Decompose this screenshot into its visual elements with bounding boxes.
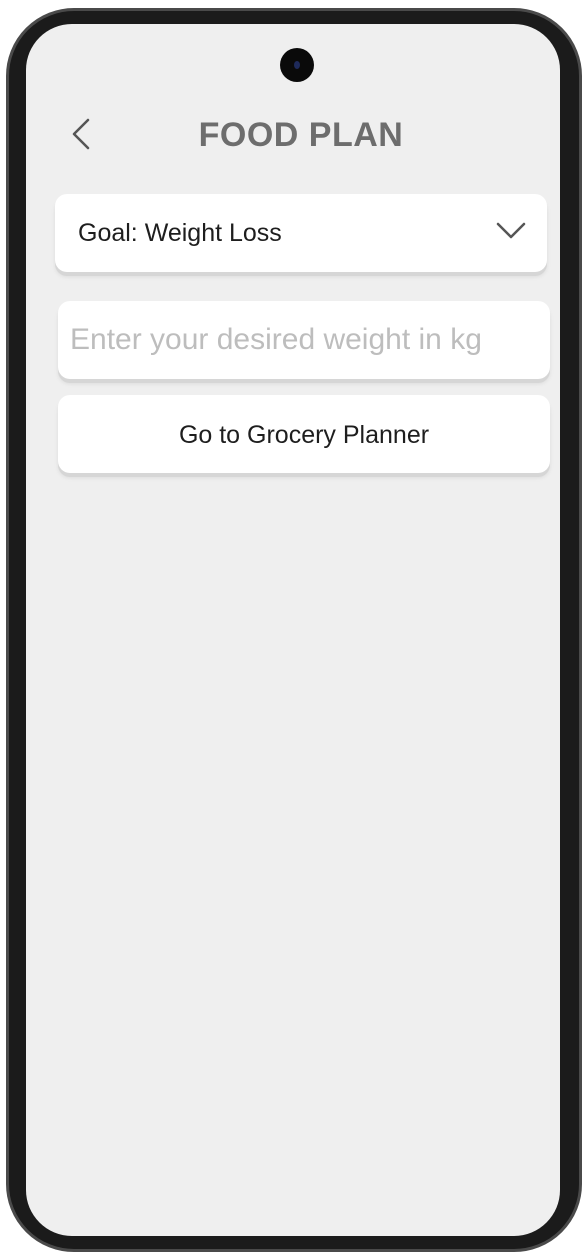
app-screen: FOOD PLAN Goal: Weight Loss Go to Grocer…	[26, 24, 560, 1236]
desired-weight-input[interactable]	[58, 301, 550, 379]
goal-dropdown[interactable]: Goal: Weight Loss	[55, 194, 547, 272]
grocery-planner-button[interactable]: Go to Grocery Planner	[58, 395, 550, 473]
front-camera	[280, 48, 314, 82]
chevron-down-icon	[496, 222, 526, 239]
goal-selected-value: Goal: Weight Loss	[78, 219, 282, 247]
phone-frame: FOOD PLAN Goal: Weight Loss Go to Grocer…	[6, 8, 582, 1252]
camera-lens	[294, 61, 300, 69]
grocery-planner-label: Go to Grocery Planner	[178, 421, 430, 449]
desired-weight-field	[58, 301, 550, 379]
page-title: FOOD PLAN	[198, 116, 404, 154]
